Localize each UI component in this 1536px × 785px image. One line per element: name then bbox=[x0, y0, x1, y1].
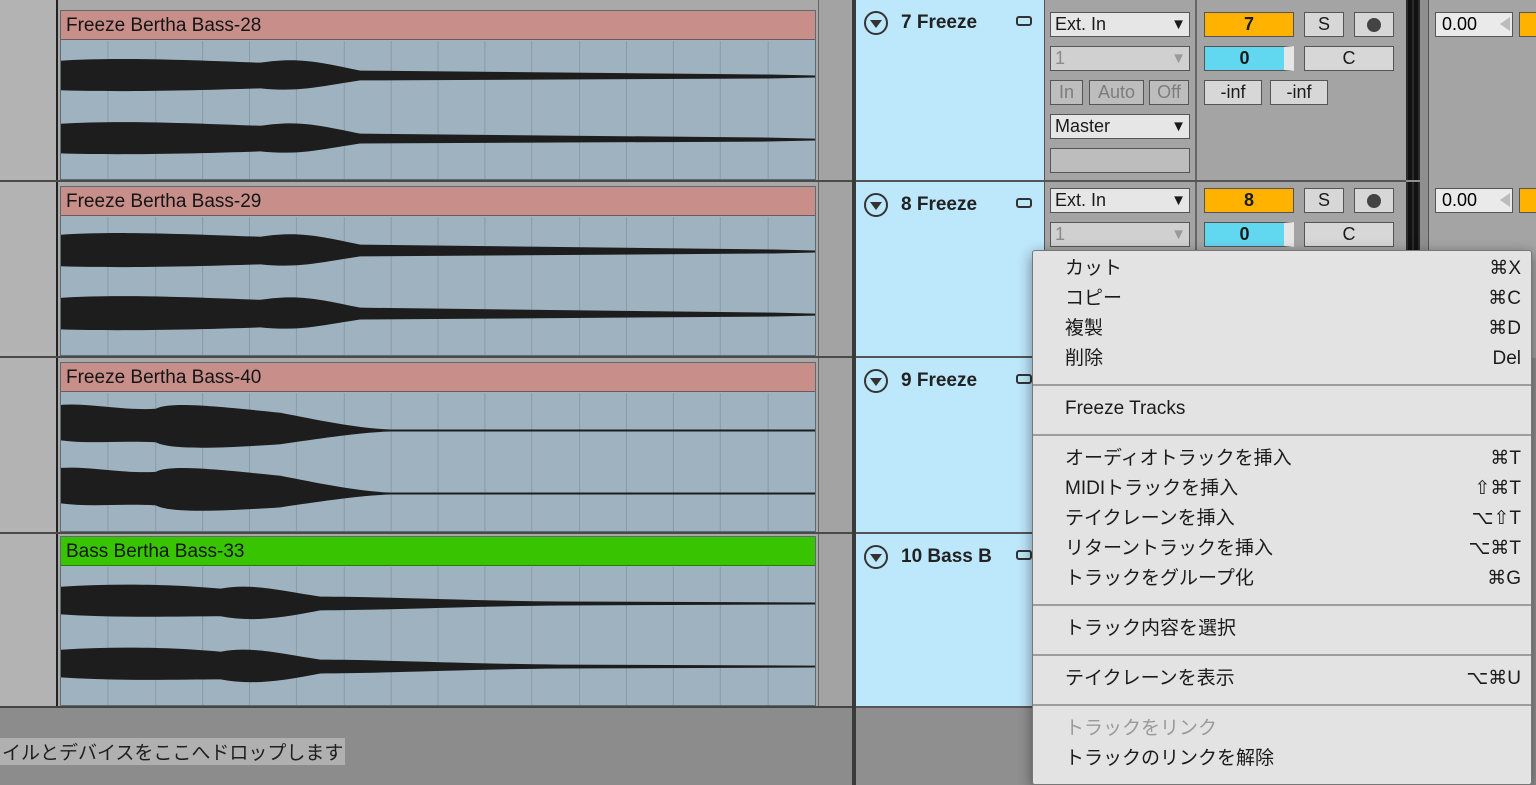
track-header-9[interactable]: 9 Freeze bbox=[856, 358, 1044, 534]
menu-item-select-track-content[interactable]: トラック内容を選択 bbox=[1065, 614, 1521, 644]
arm-button[interactable] bbox=[1354, 12, 1394, 37]
waveform bbox=[61, 217, 815, 355]
waveform bbox=[61, 567, 815, 705]
menu-item-insert-take-lane[interactable]: テイクレーンを挿入 ⌥⇧T bbox=[1065, 504, 1521, 534]
input-type-select[interactable]: Ext. In bbox=[1050, 12, 1190, 37]
monitor-off-button[interactable]: Off bbox=[1149, 80, 1189, 105]
peak-left[interactable]: -inf bbox=[1204, 80, 1262, 105]
menu-separator bbox=[1033, 604, 1531, 606]
track-name[interactable]: 9 Freeze bbox=[901, 370, 977, 392]
arrangement-lane-8[interactable]: Freeze Bertha Bass-29 bbox=[0, 182, 852, 358]
lane-right-margin bbox=[818, 358, 852, 532]
pan-control[interactable]: C bbox=[1304, 222, 1394, 247]
volume-value[interactable]: 0.00 bbox=[1435, 188, 1513, 213]
drop-zone-hint: イルとデバイスをここへドロップします bbox=[0, 738, 346, 765]
lane-right-margin bbox=[818, 182, 852, 356]
record-icon bbox=[1367, 194, 1381, 208]
clip-name: Bass Bertha Bass-33 bbox=[61, 537, 815, 566]
shortcut: ⌥⌘U bbox=[1466, 668, 1521, 689]
clip-name: Freeze Bertha Bass-28 bbox=[61, 11, 815, 40]
shortcut: ⌥⇧T bbox=[1471, 508, 1521, 529]
mixer-right-track-7: 0.00 bbox=[1428, 0, 1536, 182]
arrangement-lane-7[interactable]: Freeze Bertha Bass-28 bbox=[0, 0, 852, 182]
audio-clip[interactable]: Freeze Bertha Bass-28 bbox=[60, 10, 816, 180]
menu-separator bbox=[1033, 654, 1531, 656]
menu-separator bbox=[1033, 384, 1531, 386]
shortcut: ⇧⌘T bbox=[1474, 478, 1521, 499]
input-type-select[interactable]: Ext. In bbox=[1050, 188, 1190, 213]
track-activator[interactable]: 8 bbox=[1204, 188, 1294, 213]
fold-toggle-icon[interactable] bbox=[864, 369, 888, 393]
menu-separator bbox=[1033, 434, 1531, 436]
monitor-auto-button[interactable]: Auto bbox=[1089, 80, 1144, 105]
fold-toggle-icon[interactable] bbox=[864, 193, 888, 217]
context-menu: カット ⌘X コピー ⌘C 複製 ⌘D 削除 Del Freeze Tracks オーデ… bbox=[1032, 250, 1532, 785]
menu-item-insert-return-track[interactable]: リターントラックを挿入 ⌥⌘T bbox=[1065, 534, 1521, 564]
record-icon bbox=[1367, 18, 1381, 32]
link-icon bbox=[1016, 550, 1032, 560]
shortcut: ⌘T bbox=[1490, 448, 1521, 469]
menu-item-show-take-lanes[interactable]: テイクレーンを表示 ⌥⌘U bbox=[1065, 664, 1521, 694]
menu-item-group-tracks[interactable]: トラックをグループ化 ⌘G bbox=[1065, 564, 1521, 594]
track-name[interactable]: 8 Freeze bbox=[901, 194, 977, 216]
lane-right-margin bbox=[818, 534, 852, 706]
send-value[interactable]: 0 bbox=[1204, 222, 1294, 247]
crossfade-tab[interactable] bbox=[1519, 12, 1536, 37]
shortcut: ⌘D bbox=[1488, 318, 1521, 339]
link-icon bbox=[1016, 198, 1032, 208]
link-icon bbox=[1016, 374, 1032, 384]
track-header-8[interactable]: 8 Freeze bbox=[856, 182, 1044, 358]
audio-clip[interactable]: Freeze Bertha Bass-40 bbox=[60, 362, 816, 532]
arrangement-lane-9[interactable]: Freeze Bertha Bass-40 bbox=[0, 358, 852, 534]
waveform bbox=[61, 393, 815, 531]
level-meter bbox=[1406, 0, 1420, 180]
shortcut: ⌥⌘T bbox=[1468, 538, 1521, 559]
monitor-in-button[interactable]: In bbox=[1050, 80, 1083, 105]
io-panel-track-7: Ext. In 1 In Auto Off Master 7 S 0 C -in… bbox=[1044, 0, 1406, 182]
shortcut: ⌘C bbox=[1488, 288, 1521, 309]
lane-right-margin bbox=[818, 0, 852, 180]
audio-clip[interactable]: Freeze Bertha Bass-29 bbox=[60, 186, 816, 356]
menu-item-copy[interactable]: コピー ⌘C bbox=[1065, 284, 1521, 314]
solo-button[interactable]: S bbox=[1304, 12, 1344, 37]
track-name[interactable]: 7 Freeze bbox=[901, 12, 977, 34]
menu-item-delete[interactable]: 削除 Del bbox=[1065, 344, 1521, 374]
menu-item-link-tracks: トラックをリンク bbox=[1065, 718, 1218, 739]
menu-item-duplicate[interactable]: 複製 ⌘D bbox=[1065, 314, 1521, 344]
send-value[interactable]: 0 bbox=[1204, 46, 1294, 71]
menu-item-cut[interactable]: カット ⌘X bbox=[1065, 254, 1521, 284]
crossfade-tab[interactable] bbox=[1519, 188, 1536, 213]
track-header-10[interactable]: 10 Bass B bbox=[856, 534, 1044, 708]
input-channel-select[interactable]: 1 bbox=[1050, 222, 1190, 247]
menu-item-insert-audio-track[interactable]: オーディオトラックを挿入 ⌘T bbox=[1065, 444, 1521, 474]
track-header-7[interactable]: 7 Freeze bbox=[856, 0, 1044, 182]
menu-item-freeze-tracks[interactable]: Freeze Tracks bbox=[1065, 394, 1521, 424]
peak-right[interactable]: -inf bbox=[1270, 80, 1328, 105]
solo-button[interactable]: S bbox=[1304, 188, 1344, 213]
waveform bbox=[61, 41, 815, 179]
track-name[interactable]: 10 Bass B bbox=[901, 546, 992, 568]
audio-clip[interactable]: Bass Bertha Bass-33 bbox=[60, 536, 816, 706]
shortcut: Del bbox=[1492, 348, 1521, 369]
menu-separator bbox=[1033, 704, 1531, 706]
menu-item-unlink-tracks[interactable]: トラックのリンクを解除 bbox=[1065, 744, 1521, 774]
input-channel-select[interactable]: 1 bbox=[1050, 46, 1190, 71]
link-icon bbox=[1016, 16, 1032, 26]
volume-value[interactable]: 0.00 bbox=[1435, 12, 1513, 37]
arm-button[interactable] bbox=[1354, 188, 1394, 213]
track-activator[interactable]: 7 bbox=[1204, 12, 1294, 37]
io-divider bbox=[1195, 0, 1197, 180]
menu-item-insert-midi-track[interactable]: MIDIトラックを挿入 ⇧⌘T bbox=[1065, 474, 1521, 504]
shortcut: ⌘G bbox=[1487, 568, 1521, 589]
fold-toggle-icon[interactable] bbox=[864, 545, 888, 569]
fold-toggle-icon[interactable] bbox=[864, 11, 888, 35]
clip-name: Freeze Bertha Bass-40 bbox=[61, 363, 815, 392]
shortcut: ⌘X bbox=[1489, 258, 1521, 279]
output-select[interactable]: Master bbox=[1050, 114, 1190, 139]
output-channel-select[interactable] bbox=[1050, 148, 1190, 173]
arrangement-lane-10[interactable]: Bass Bertha Bass-33 bbox=[0, 534, 852, 708]
clip-name: Freeze Bertha Bass-29 bbox=[61, 187, 815, 216]
pan-control[interactable]: C bbox=[1304, 46, 1394, 71]
